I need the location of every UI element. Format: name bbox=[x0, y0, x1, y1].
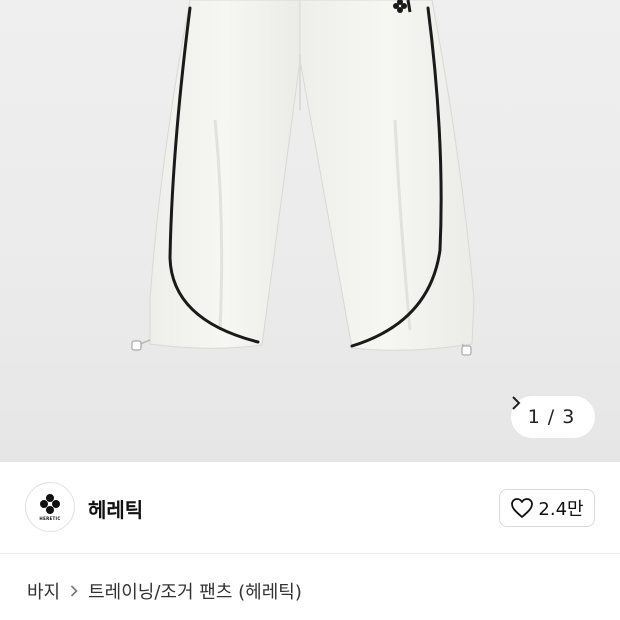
pants-right-leg bbox=[299, 0, 475, 351]
brand-row[interactable]: HERETIC 헤레틱 2.4만 bbox=[0, 462, 620, 554]
image-pager[interactable]: 1 / 3 bbox=[511, 396, 595, 438]
product-detail-page: 1 / 3 HERETIC 헤레틱 2.4만 바지 트레이닝/조거 팬츠 (헤레… bbox=[0, 0, 620, 620]
brand-logo-text: HERETIC bbox=[39, 516, 61, 521]
brand-name[interactable]: 헤레틱 bbox=[88, 494, 143, 523]
clover-cross-icon bbox=[40, 494, 60, 514]
chevron-right-icon bbox=[70, 582, 78, 601]
pager-current: 1 bbox=[527, 406, 540, 428]
pager-separator: / bbox=[547, 406, 555, 428]
brand-logo[interactable]: HERETIC bbox=[25, 482, 75, 532]
breadcrumb: 바지 트레이닝/조거 팬츠 (헤레틱) bbox=[27, 578, 302, 604]
product-photo-pants bbox=[131, 0, 475, 356]
product-image[interactable]: 1 / 3 bbox=[0, 0, 620, 462]
breadcrumb-category[interactable]: 바지 bbox=[27, 578, 60, 604]
like-button[interactable]: 2.4만 bbox=[499, 489, 595, 527]
breadcrumb-subcategory[interactable]: 트레이닝/조거 팬츠 (헤레틱) bbox=[88, 578, 302, 604]
left-drawcord bbox=[131, 339, 151, 351]
heart-outline-icon bbox=[511, 498, 534, 518]
pager-total: 3 bbox=[562, 406, 575, 428]
right-drawcord bbox=[461, 343, 472, 356]
like-count: 2.4만 bbox=[538, 499, 584, 520]
